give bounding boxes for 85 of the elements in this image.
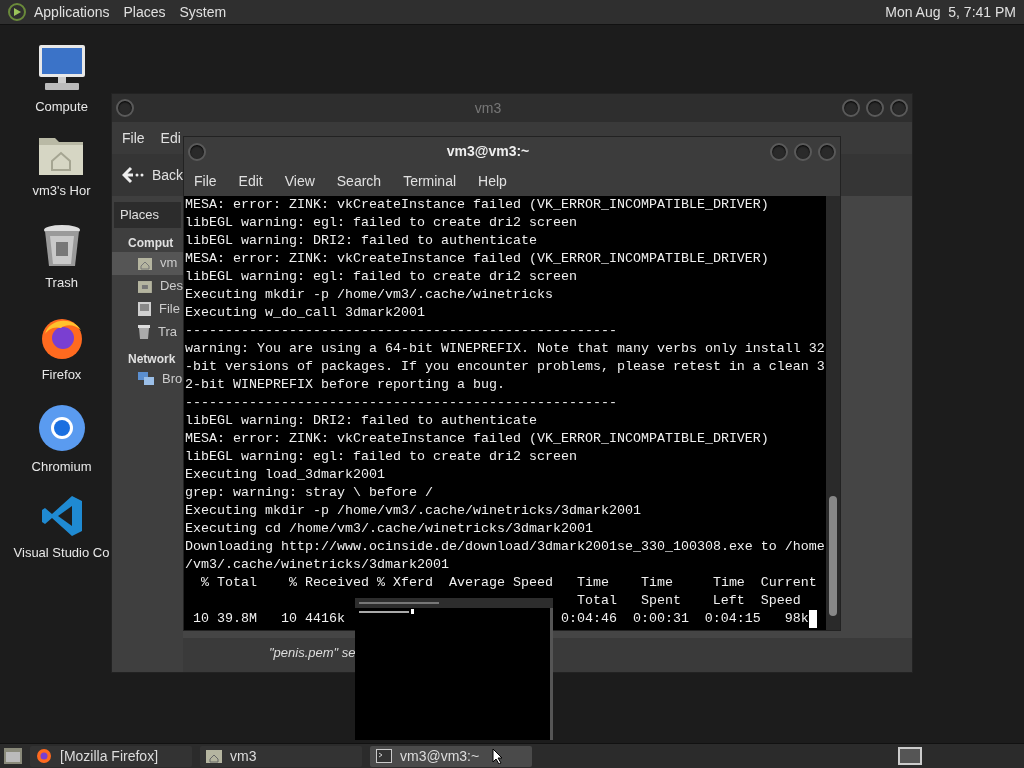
terminal-line: ------------------------------------------------------ [185,394,617,412]
terminal-line: libEGL warning: egl: failed to create dri2 screen [185,448,577,466]
sidebar-item[interactable]: File [112,297,183,321]
terminal-line: warning: You are using a 64-bit WINEPREFIX. Note that many verbs only install 32 [185,340,825,358]
terminal-line: Downloading http://www.ocinside.de/download/3dmark2001se_330_100308.exe to /home [185,538,825,556]
terminal-line: ------------------------------------------------------ [185,322,617,340]
logo-icon [8,3,26,21]
circle-icon [37,404,86,452]
folder-icon [138,279,152,293]
desktop-icon-label[interactable]: Chromium [31,457,92,477]
sidebar-header[interactable]: Places [114,202,181,228]
sidebar-section-title: Comput [127,234,175,252]
menu-item[interactable]: File [122,127,145,149]
show-desktop-icon[interactable] [4,748,22,764]
panel-menu[interactable]: System [179,1,227,23]
status-text: "penis.pem" se [269,644,356,663]
menu-item[interactable]: Terminal [403,170,457,192]
terminal-line: MESA: error: ZINK: vkCreateInstance failed (VK_ERROR_INCOMPATIBLE_DRIVER) [185,250,769,268]
sidebar-item[interactable]: Des [112,274,183,298]
menu-item[interactable]: Help [478,170,507,192]
trash-icon [138,325,150,339]
desktop-icon-label[interactable]: Firefox [41,365,82,385]
ribbon-icon [39,494,84,538]
window-button[interactable] [794,142,812,161]
terminal-line: libEGL warning: egl: failed to create dri2 screen [185,268,577,286]
terminal-line: libEGL warning: DRI2: failed to authenticate [185,232,537,250]
home-folder-icon [138,256,152,270]
cursor [808,610,817,628]
terminal-line: 0:04:46 0:00:31 0:04:15 98k [560,610,809,628]
sidebar-item[interactable]: vm [112,251,183,275]
menu-item[interactable]: File [194,170,217,192]
terminal-line: 10 39.8M 10 4416k [192,611,345,626]
scrollbar[interactable] [826,196,840,630]
terminal-line: Executing mkdir -p /home/vm3/.cache/winetricks [185,286,553,304]
terminal-line: grep: warning: stray \ before / [185,484,433,502]
monitor-icon [36,44,87,92]
terminal-line: MESA: error: ZINK: vkCreateInstance failed (VK_ERROR_INCOMPATIBLE_DRIVER) [185,430,769,448]
sidebar-item[interactable]: Bro [112,367,183,391]
trash-icon [41,224,82,268]
taskbar-item[interactable]: vm3@vm3:~ [370,745,532,767]
window-button[interactable] [842,99,860,117]
terminal-line: Executing mkdir -p /home/vm3/.cache/winetricks/3dmark2001 [185,502,641,520]
sidebar-section-title: Network [127,350,177,368]
window-button[interactable] [188,142,206,161]
drive-icon [138,302,151,316]
terminal-line: 2-bit WINEPREFIX before reporting a bug. [185,376,505,394]
window-button[interactable] [770,142,788,161]
desktop-icon-label[interactable]: Visual Studio Co [13,543,110,563]
terminal-line: /vm3/.cache/winetricks/3dmark2001 [185,556,449,574]
mouse-pointer-icon [492,748,502,764]
scrollbar-thumb[interactable] [829,496,837,616]
window-button[interactable] [818,142,836,161]
network-icon [138,372,154,386]
panel-menu[interactable]: Places [123,1,166,23]
window-button[interactable] [890,99,908,117]
terminal-line: % Total % Received % Xferd Average Speed Time Time Time Current [200,574,817,592]
menu-item[interactable]: View [284,170,315,192]
taskbar-item[interactable]: [Mozilla Firefox] [30,745,192,767]
clock: Mon Aug 5, 7:41 PM [885,2,1016,22]
taskbar-item[interactable]: vm3 [200,745,362,767]
home-folder-icon [206,749,222,763]
menu-item[interactable]: Edi [160,127,181,149]
desktop-icon-label[interactable]: Compute [35,97,88,117]
back-button[interactable]: Back [122,164,184,186]
desktop-icon-label[interactable]: Trash [45,273,78,293]
terminal-line: Executing load_3dmark2001 [185,466,385,484]
terminal-line: MESA: error: ZINK: vkCreateInstance failed (VK_ERROR_INCOMPATIBLE_DRIVER) [185,196,769,214]
menu-item[interactable]: Edit [238,170,263,192]
panel-menu[interactable]: Applications [34,1,110,23]
window-title: vm3 [473,98,503,118]
window-title: vm3@vm3:~ [445,142,531,161]
back-arrow-icon [122,166,144,184]
sidebar-item[interactable]: Tra [112,320,183,344]
desktop-icon-label[interactable]: vm3's Hor [32,181,91,201]
menu-item[interactable]: Search [336,170,382,192]
terminal-line: libEGL warning: egl: failed to create dri2 screen [185,214,577,232]
terminal-line: Executing cd /home/vm3/.cache/winetricks/3dmark2001 [185,520,593,538]
terminal-line: libEGL warning: DRI2: failed to authenticate [185,412,537,430]
window-button[interactable] [116,99,134,117]
window-button[interactable] [866,99,884,117]
workspace-switcher[interactable] [898,747,922,765]
terminal-icon [376,749,392,763]
terminal-line: Total Spent Left Speed [575,592,801,610]
terminal-line: Executing w_do_call 3dmark2001 [185,304,425,322]
terminal-line: -bit versions of packages. If you encounter problems, please retest in a clean 3 [185,358,825,376]
